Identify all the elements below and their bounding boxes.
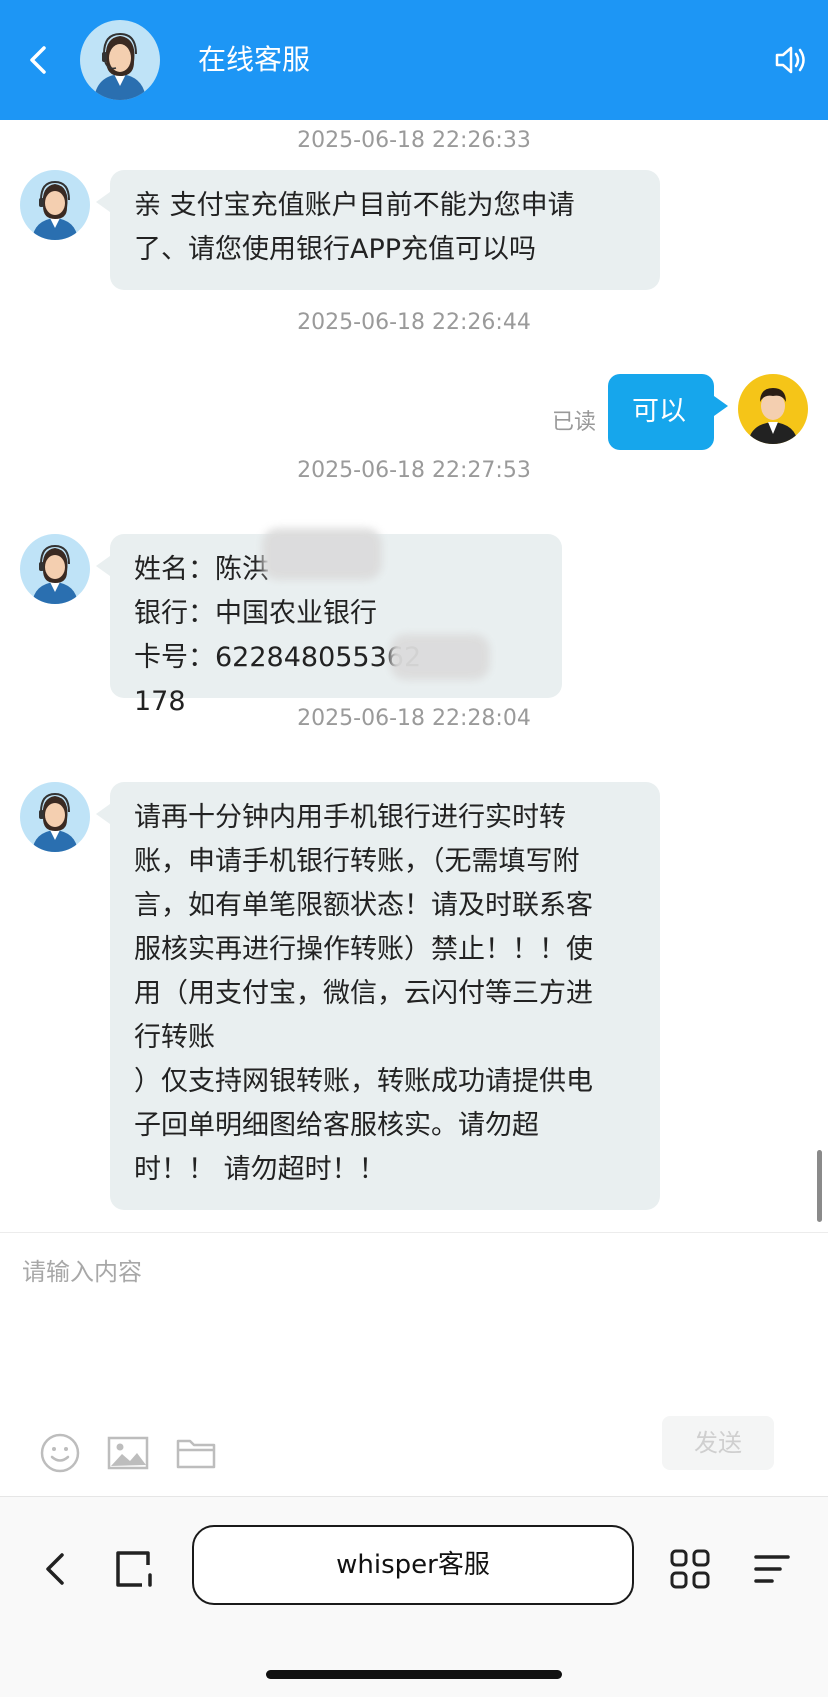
home-indicator[interactable] bbox=[266, 1670, 562, 1679]
headset-agent-icon bbox=[32, 792, 78, 852]
agent-avatar bbox=[80, 20, 160, 100]
headset-agent-icon bbox=[32, 180, 78, 240]
message-list[interactable]: 2025-06-18 22:26:33 亲 支付宝充值账户目前不能为您申请 了、… bbox=[0, 120, 828, 1232]
hamburger-menu-icon[interactable] bbox=[750, 1547, 794, 1591]
message-timestamp: 2025-06-18 22:27:53 bbox=[297, 458, 531, 483]
user-avatar bbox=[738, 374, 808, 444]
redaction-blur bbox=[390, 634, 490, 680]
message-timestamp: 2025-06-18 22:26:33 bbox=[297, 128, 531, 153]
header-title: 在线客服 bbox=[198, 43, 311, 76]
read-status: 已读 bbox=[552, 410, 597, 435]
address-bar[interactable]: whisper客服 bbox=[192, 1525, 634, 1605]
man-avatar-icon bbox=[748, 388, 798, 444]
agent-message-bubble: 请再十分钟内用手机银行进行实时转 账，申请手机银行转账，（无需填写附 言，如有单… bbox=[96, 782, 660, 1210]
tab-switch-icon[interactable] bbox=[112, 1547, 156, 1591]
browser-toolbar: whisper客服 bbox=[0, 1496, 828, 1697]
compose-area: 发送 bbox=[0, 1232, 828, 1497]
agent-message-bubble: 亲 支付宝充值账户目前不能为您申请 了、请您使用银行APP充值可以吗 bbox=[96, 170, 660, 290]
grid-menu-icon[interactable] bbox=[668, 1547, 712, 1591]
image-icon[interactable] bbox=[106, 1431, 150, 1475]
speaker-icon[interactable] bbox=[772, 42, 808, 78]
agent-avatar bbox=[20, 534, 90, 604]
browser-back-icon[interactable] bbox=[34, 1547, 78, 1591]
message-input[interactable] bbox=[20, 1251, 804, 1293]
redaction-blur bbox=[262, 528, 382, 580]
send-button[interactable]: 发送 bbox=[662, 1416, 774, 1470]
emoji-icon[interactable] bbox=[38, 1431, 82, 1475]
chat-header: 在线客服 bbox=[0, 0, 828, 120]
chat-scrollbar[interactable] bbox=[817, 1150, 822, 1222]
headset-agent-icon bbox=[32, 544, 78, 604]
agent-avatar bbox=[20, 170, 90, 240]
headset-agent-icon bbox=[94, 32, 146, 100]
message-timestamp: 2025-06-18 22:26:44 bbox=[297, 310, 531, 335]
folder-icon[interactable] bbox=[174, 1431, 218, 1475]
agent-avatar bbox=[20, 782, 90, 852]
message-timestamp: 2025-06-18 22:28:04 bbox=[297, 706, 531, 731]
user-message-bubble: 可以 bbox=[608, 374, 728, 450]
back-arrow-icon[interactable] bbox=[18, 38, 58, 82]
